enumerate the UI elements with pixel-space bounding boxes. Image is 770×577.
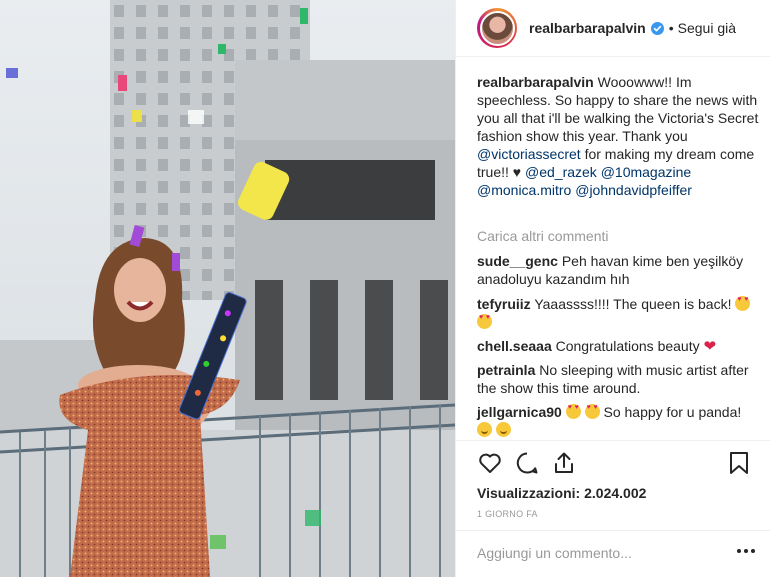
mention-link[interactable]: @victoriassecret (477, 146, 581, 162)
post-caption: realbarbarapalvin Wooowww!! Im speechles… (477, 73, 759, 199)
view-count[interactable]: Visualizzazioni: 2.024.002 (477, 485, 646, 501)
comment-bubble-icon[interactable] (514, 450, 540, 476)
ellipsis-dot (751, 549, 755, 553)
comment-item: tefyruiiz Yaaassss!!!! The queen is back… (477, 295, 759, 331)
comment-input[interactable] (477, 545, 727, 561)
comment-item: sude__genc Peh havan kime ben yeşilköy a… (477, 252, 759, 288)
comment-username[interactable]: tefyruiiz (477, 296, 531, 312)
mention-link[interactable]: @monica.mitro (477, 182, 571, 198)
header-separator: • (668, 20, 674, 36)
heart-eyes-emoji-icon (584, 404, 600, 419)
smile-emoji-icon (495, 422, 511, 437)
comment-username[interactable]: chell.seaaa (477, 338, 552, 354)
smile-emoji-icon (477, 422, 492, 437)
caption-username[interactable]: realbarbarapalvin (477, 74, 594, 90)
comment-username[interactable]: jellgarnica90 (477, 404, 562, 420)
views-value: 2.024.002 (584, 485, 647, 501)
mention-link[interactable]: @10magazine (601, 164, 692, 180)
post-photo[interactable] (0, 0, 455, 577)
instagram-post-modal: realbarbarapalvin • Segui già realbarbar… (0, 0, 770, 577)
post-side-panel: realbarbarapalvin • Segui già realbarbar… (455, 0, 770, 577)
post-actions-bar (456, 440, 770, 480)
follow-button[interactable]: Segui già (678, 20, 736, 36)
comment-text: Congratulations beauty (555, 338, 700, 354)
bookmark-icon[interactable] (726, 450, 752, 476)
comment-username[interactable]: petrainla (477, 362, 535, 378)
mention-link[interactable]: @ed_razek (525, 164, 597, 180)
avatar-image (479, 10, 515, 46)
ellipsis-dot (744, 549, 748, 553)
share-upload-icon[interactable] (551, 450, 577, 476)
comment-username[interactable]: sude__genc (477, 253, 558, 269)
mention-link[interactable]: @johndavidpfeiffer (575, 182, 692, 198)
ellipsis-dot (737, 549, 741, 553)
comment-item: jellgarnica90 So happy for u panda! (477, 403, 759, 439)
comment-text: So happy for u panda! (603, 404, 742, 420)
post-photo-image (0, 0, 455, 577)
heart-outline-icon[interactable] (477, 450, 503, 476)
heart-eyes-emoji-icon (735, 296, 751, 311)
author-username[interactable]: realbarbarapalvin (529, 20, 646, 36)
add-comment-bar (456, 530, 770, 577)
heart-eyes-emoji-icon (565, 404, 581, 419)
post-header: realbarbarapalvin • Segui già (456, 0, 770, 57)
author-avatar[interactable] (477, 8, 517, 48)
comment-item: chell.seaaa Congratulations beauty ❤ (477, 337, 759, 356)
heart-emoji-icon: ❤ (703, 338, 717, 355)
comment-item: petrainla No sleeping with music artist … (477, 361, 759, 397)
views-label: Visualizzazioni: (477, 485, 581, 501)
verified-badge-icon (650, 21, 664, 35)
load-more-comments-button[interactable]: Carica altri commenti (477, 228, 608, 244)
ellipsis-icon[interactable] (737, 549, 755, 553)
comment-text: Yaaassss!!!! The queen is back! (534, 296, 732, 312)
heart-eyes-emoji-icon (477, 314, 492, 329)
post-timestamp[interactable]: 1 GIORNO FA (477, 509, 538, 519)
